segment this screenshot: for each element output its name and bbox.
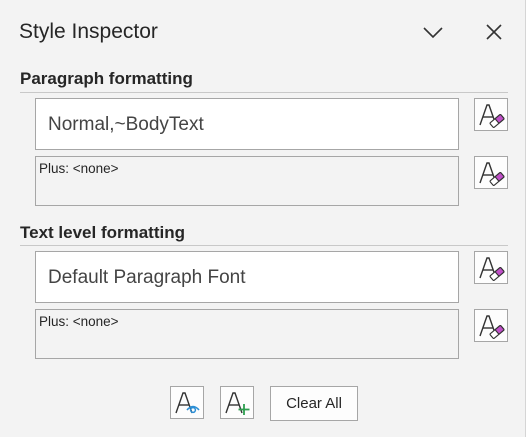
reset-text-level-style-button[interactable]: [474, 251, 508, 284]
reset-text-level-formatting-button[interactable]: [474, 309, 508, 342]
close-button[interactable]: [480, 18, 508, 46]
divider: [20, 245, 508, 246]
paragraph-style-field[interactable]: Normal,~BodyText: [35, 98, 459, 150]
reveal-formatting-button[interactable]: [170, 386, 204, 419]
clear-formatting-icon: [479, 103, 505, 128]
clear-formatting-icon: [479, 161, 505, 186]
paragraph-formatting-heading: Paragraph formatting: [20, 69, 193, 88]
collapse-button[interactable]: [419, 18, 447, 46]
new-style-icon: [225, 391, 250, 415]
style-inspector-pane: Style Inspector Paragraph formatting Nor…: [0, 0, 526, 437]
text-level-formatting-heading: Text level formatting: [20, 223, 185, 242]
text-level-style-field[interactable]: Default Paragraph Font: [35, 251, 459, 303]
clear-all-button[interactable]: Clear All: [270, 386, 358, 421]
reset-paragraph-style-button[interactable]: [474, 98, 508, 131]
chevron-down-icon: [423, 27, 443, 39]
text-level-plus-formatting: Plus: <none>: [35, 309, 459, 359]
divider: [20, 92, 508, 93]
close-icon: [486, 24, 502, 40]
reveal-formatting-icon: [175, 391, 200, 413]
clear-formatting-icon: [479, 314, 505, 339]
clear-formatting-icon: [479, 256, 505, 281]
paragraph-plus-formatting: Plus: <none>: [35, 156, 459, 206]
reset-paragraph-formatting-button[interactable]: [474, 156, 508, 189]
new-style-button[interactable]: [220, 386, 254, 419]
pane-title: Style Inspector: [19, 20, 158, 43]
